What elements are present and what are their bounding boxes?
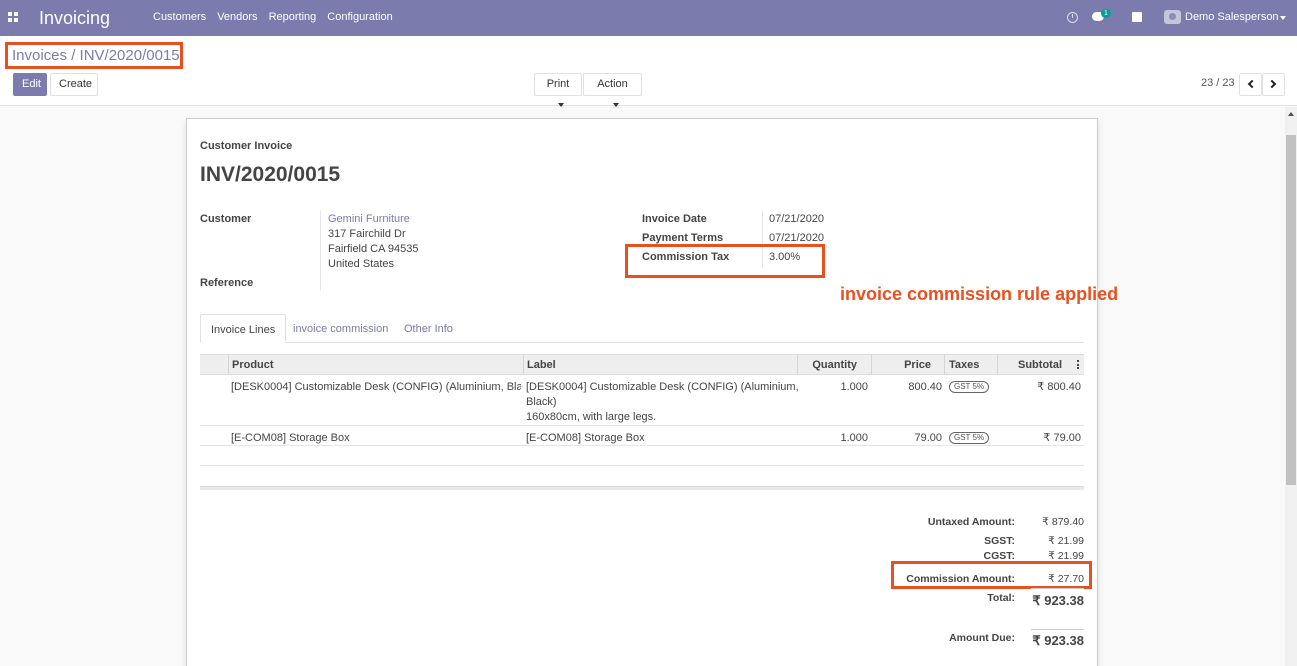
row-quantity: 1.000 — [840, 381, 868, 393]
row-subtotal: ₹ 79.00 — [1043, 432, 1081, 444]
chevron-down-icon[interactable] — [1280, 16, 1286, 20]
top-navbar: Invoicing Customers Vendors Reporting Co… — [0, 0, 1297, 36]
scrollbar[interactable] — [1285, 107, 1297, 666]
invoice-number: INV/2020/0015 — [200, 163, 341, 186]
column-price[interactable]: Price — [875, 359, 931, 371]
column-divider — [228, 355, 229, 374]
chevron-left-icon — [1247, 79, 1257, 89]
row-label-line: Black) — [526, 396, 557, 408]
row-price: 79.00 — [914, 432, 942, 444]
tab-other-info[interactable]: Other Info — [394, 314, 463, 343]
tab-invoice-commission[interactable]: invoice commission — [283, 314, 398, 343]
pager-next-button[interactable] — [1262, 73, 1285, 96]
row-product[interactable]: [E-COM08] Storage Box — [231, 431, 350, 446]
total-label: Total: — [987, 592, 1015, 604]
breadcrumb-highlight-box — [5, 42, 183, 69]
document-type: Customer Invoice — [200, 140, 293, 152]
edit-button[interactable]: Edit — [13, 73, 47, 96]
column-divider — [997, 355, 998, 374]
sgst-value: ₹ 21.99 — [1048, 535, 1084, 547]
menu-configuration[interactable]: Configuration — [322, 11, 397, 23]
apps-menu-icon[interactable] — [8, 12, 18, 22]
invoice-sheet: Customer Invoice INV/2020/0015 Customer … — [186, 118, 1118, 666]
row-label-line: [DESK0004] Customizable Desk (CONFIG) (A… — [526, 381, 799, 393]
customer-name-link[interactable]: Gemini Furniture — [328, 213, 410, 225]
column-divider — [871, 355, 872, 374]
avatar[interactable] — [1164, 10, 1181, 24]
chevron-down-icon — [612, 103, 619, 108]
field-divider — [320, 211, 321, 291]
action-dropdown[interactable]: Action — [583, 73, 642, 108]
empty-row[interactable] — [200, 446, 1084, 466]
chat-badge: 1 — [1101, 9, 1111, 18]
menu-reporting[interactable]: Reporting — [264, 11, 322, 23]
chevron-right-icon — [1267, 79, 1277, 89]
table-row[interactable]: [DESK0004] Customizable Desk (CONFIG) (A… — [200, 375, 1084, 426]
reference-label: Reference — [200, 277, 254, 289]
print-dropdown[interactable]: Print — [534, 73, 582, 108]
sgst-label: SGST: — [984, 535, 1015, 547]
total-value: ₹ 923.38 — [1032, 593, 1084, 608]
column-quantity[interactable]: Quantity — [800, 359, 857, 371]
payment-terms-label: Payment Terms — [642, 232, 724, 244]
gift-icon[interactable] — [1132, 12, 1142, 22]
column-divider — [523, 355, 524, 374]
pager-value[interactable]: 23 / 23 — [1201, 77, 1235, 89]
column-product[interactable]: Product — [232, 359, 274, 371]
column-label[interactable]: Label — [527, 359, 556, 371]
create-button[interactable]: Create — [50, 73, 98, 96]
column-taxes[interactable]: Taxes — [949, 359, 979, 371]
table-footer — [200, 486, 1084, 490]
row-subtotal: ₹ 800.40 — [1037, 381, 1081, 393]
customer-address-line2: Fairfield CA 94535 — [328, 243, 419, 255]
pager-previous-button[interactable] — [1239, 73, 1262, 96]
commission-tax-highlight-box — [625, 244, 825, 278]
column-subtotal[interactable]: Subtotal — [1000, 359, 1062, 371]
untaxed-amount-label: Untaxed Amount: — [927, 516, 1015, 528]
column-divider — [797, 355, 798, 374]
activity-clock-icon[interactable] — [1067, 12, 1078, 23]
customer-address-line1: 317 Fairchild Dr — [328, 228, 406, 240]
print-label: Print — [546, 78, 570, 90]
tax-badge: GST 5% — [949, 381, 990, 393]
tax-badge: GST 5% — [949, 432, 990, 444]
column-options-icon[interactable] — [1077, 360, 1080, 371]
row-price: 800.40 — [908, 381, 942, 393]
commission-amount-highlight-box — [891, 561, 1092, 589]
payment-terms-value: 07/21/2020 — [769, 232, 825, 244]
control-panel: Invoices / INV/2020/0015 Edit Create Pri… — [0, 36, 1297, 108]
scroll-up-arrow-icon[interactable] — [1288, 112, 1294, 116]
invoice-date-label: Invoice Date — [642, 213, 707, 225]
amount-due-label: Amount Due: — [949, 632, 1015, 644]
scrollbar-thumb[interactable] — [1286, 135, 1296, 485]
totals-divider — [1031, 588, 1084, 589]
column-divider — [944, 355, 945, 374]
row-label-line: 160x80cm, with large legs. — [526, 411, 657, 423]
untaxed-amount-value: ₹ 879.40 — [1042, 516, 1084, 528]
action-label: Action — [597, 78, 628, 90]
notebook-tabs: Invoice Lines invoice commission Other I… — [200, 314, 1084, 343]
app-title[interactable]: Invoicing — [39, 8, 110, 29]
row-quantity: 1.000 — [840, 432, 868, 444]
customer-label: Customer — [200, 213, 252, 225]
table-header: Product Label Quantity Price Taxes Subto… — [200, 354, 1084, 375]
row-product[interactable]: [DESK0004] Customizable Desk (CONFIG) (A… — [231, 380, 521, 395]
customer-address-line3: United States — [328, 258, 395, 270]
invoice-date-value: 07/21/2020 — [769, 213, 825, 225]
amount-due-value: ₹ 923.38 — [1032, 633, 1084, 648]
row-label: [DESK0004] Customizable Desk (CONFIG) (A… — [526, 380, 799, 425]
row-label: [E-COM08] Storage Box — [526, 432, 645, 444]
tab-invoice-lines[interactable]: Invoice Lines — [200, 314, 287, 343]
user-menu[interactable]: Demo Salesperson — [1185, 11, 1279, 23]
main-menu: Customers Vendors Reporting Configuratio… — [148, 11, 399, 23]
chevron-down-icon — [558, 103, 564, 108]
annotation-callout: invoice commission rule applied — [840, 284, 1119, 304]
menu-customers[interactable]: Customers — [148, 11, 211, 23]
table-row[interactable]: [E-COM08] Storage Box [E-COM08] Storage … — [200, 426, 1084, 446]
totals-divider — [1031, 629, 1084, 630]
menu-vendors[interactable]: Vendors — [212, 11, 262, 23]
